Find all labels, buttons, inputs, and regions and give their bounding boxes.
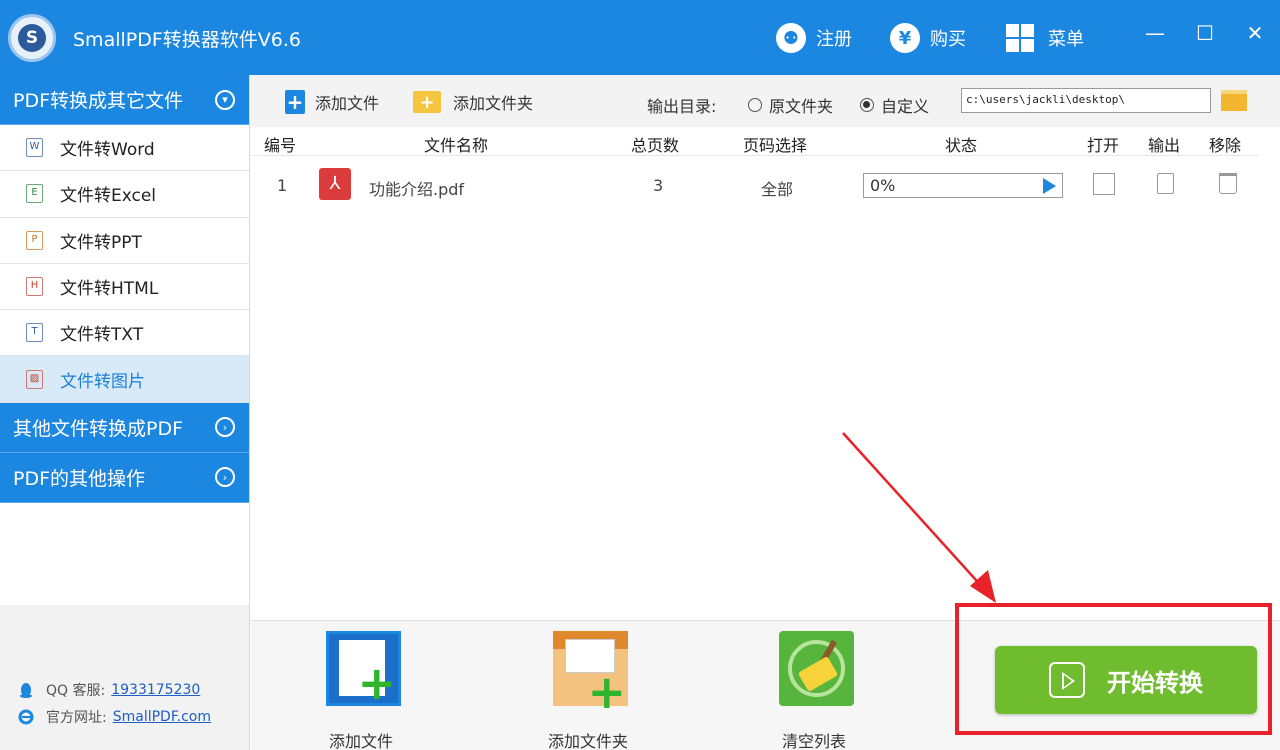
trash-icon[interactable] [1219,173,1237,194]
sidebar-item-label: 文件转图片 [60,371,145,392]
section-other-ops[interactable]: PDF的其他操作 › [0,452,249,503]
title-bar: S SmallPDF转换器软件V6.6 ⚉ 注册 ¥ 购买 菜单 — ☐ ✕ [0,0,1280,75]
sidebar-item-excel[interactable]: E 文件转Excel [0,171,249,218]
minimize-button[interactable]: — [1140,18,1170,48]
add-file-toolbar-button[interactable]: + 添加文件 [285,90,379,114]
col-pages: 总页数 [631,136,680,155]
sidebar-item-label: 文件转Excel [60,186,157,207]
menu-button[interactable]: 菜单 [1006,22,1084,54]
row-range[interactable]: 全部 [761,176,793,200]
add-folder-label: 添加文件夹 [453,94,534,113]
sidebar-item-label: 文件转TXT [60,325,144,346]
radio-circle-icon [748,98,762,112]
chevron-right-icon: › [215,417,235,438]
html-file-icon: H [26,277,43,297]
qq-label: QQ 客服: [46,683,106,699]
grid-menu-icon [1006,24,1034,52]
output-dir-label: 输出目录: [647,97,717,116]
sidebar-item-ppt[interactable]: P 文件转PPT [0,217,249,264]
ie-browser-icon [18,709,34,725]
add-file-big-icon: + [326,631,401,706]
sidebar-item-image[interactable]: ▨ 文件转图片 [0,356,249,403]
yen-icon: ¥ [890,23,920,53]
logo-letter: S [18,24,46,52]
radio-custom[interactable]: 自定义 [860,93,929,117]
menu-label: 菜单 [1048,29,1084,50]
col-remove: 移除 [1209,136,1242,155]
pdf-file-icon: ⅄ [319,168,351,200]
output-icon[interactable] [1157,173,1174,194]
col-status: 状态 [945,136,978,155]
sidebar: PDF转换成其它文件 ▾ W 文件转Word E 文件转Excel P 文件转P… [0,75,250,750]
radio-label: 自定义 [881,97,930,116]
sidebar-item-html[interactable]: H 文件转HTML [0,263,249,311]
section-pdf-to-other[interactable]: PDF转换成其它文件 ▾ [0,75,249,125]
section-label: 其他文件转换成PDF [13,417,184,440]
sidebar-footer: QQ 客服: 1933175230 官方网址: SmallPDF.com [0,605,249,750]
add-folder-big-label: 添加文件夹 [547,732,628,750]
excel-file-icon: E [26,184,43,204]
col-name: 文件名称 [424,136,489,155]
add-folder-big-icon: + [553,631,628,715]
app-title: SmallPDF转换器软件V6.6 [73,29,302,51]
register-label: 注册 [816,29,852,50]
sidebar-item-label: 文件转Word [60,140,155,161]
qq-penguin-icon [20,683,32,698]
clear-list-label: 清空列表 [781,732,846,750]
maximize-button[interactable]: ☐ [1190,18,1220,48]
user-icon: ⚉ [776,23,806,53]
section-label: PDF转换成其它文件 [13,90,184,112]
buy-button[interactable]: ¥ 购买 [890,22,966,54]
txt-file-icon: T [26,323,43,343]
play-icon[interactable] [1043,178,1056,194]
table-row[interactable]: 1 ⅄ 功能介绍.pdf 3 全部 0% [251,157,1280,215]
sidebar-item-word[interactable]: W 文件转Word [0,125,249,172]
add-file-label: 添加文件 [315,94,380,113]
col-output: 输出 [1148,136,1181,155]
qq-contact: QQ 客服: 1933175230 [18,680,200,700]
radio-selected-icon [860,98,874,112]
add-folder-icon: + [413,91,441,113]
sidebar-item-label: 文件转PPT [60,232,142,253]
row-file-name: 功能介绍.pdf [369,180,465,199]
browse-folder-icon[interactable] [1221,90,1247,111]
progress-text: 0% [870,176,896,195]
file-table-header: 编号 文件名称 总页数 页码选择 状态 打开 输出 移除 [251,127,1280,156]
add-folder-toolbar-button[interactable]: + 添加文件夹 [413,90,533,114]
sidebar-item-label: 文件转HTML [60,279,159,300]
add-file-big-label: 添加文件 [328,732,393,750]
section-other-to-pdf[interactable]: 其他文件转换成PDF › [0,402,249,453]
radio-label: 原文件夹 [769,97,834,116]
open-external-icon[interactable] [1093,173,1115,195]
col-index: 编号 [264,136,297,155]
image-file-icon: ▨ [26,369,43,389]
toolbar: + 添加文件 + 添加文件夹 输出目录: 原文件夹 自定义 c:\users\j… [251,75,1280,127]
sidebar-item-txt[interactable]: T 文件转TXT [0,310,249,357]
col-open: 打开 [1087,136,1120,155]
col-range: 页码选择 [743,136,808,155]
chevron-right-icon: › [215,467,235,488]
site-link[interactable]: SmallPDF.com [113,709,211,725]
radio-original-folder[interactable]: 原文件夹 [748,93,833,117]
app-logo-icon: S [8,14,56,62]
chevron-down-icon: ▾ [215,89,235,110]
word-file-icon: W [26,138,43,158]
close-button[interactable]: ✕ [1240,18,1270,48]
row-pages: 3 [653,176,664,195]
ppt-file-icon: P [26,230,43,250]
buy-label: 购买 [930,29,966,50]
status-progress-bar: 0% [863,173,1063,198]
site-contact: 官方网址: SmallPDF.com [18,707,211,727]
register-button[interactable]: ⚉ 注册 [776,22,852,54]
row-index: 1 [277,176,288,195]
red-highlight-box [955,603,1272,735]
section-label: PDF的其他操作 [13,467,146,490]
output-path-input[interactable]: c:\users\jackli\desktop\ [961,88,1211,113]
broom-clear-icon [779,631,854,706]
site-label: 官方网址: [46,710,107,726]
add-file-icon: + [285,90,305,114]
qq-number-link[interactable]: 1933175230 [111,682,200,698]
